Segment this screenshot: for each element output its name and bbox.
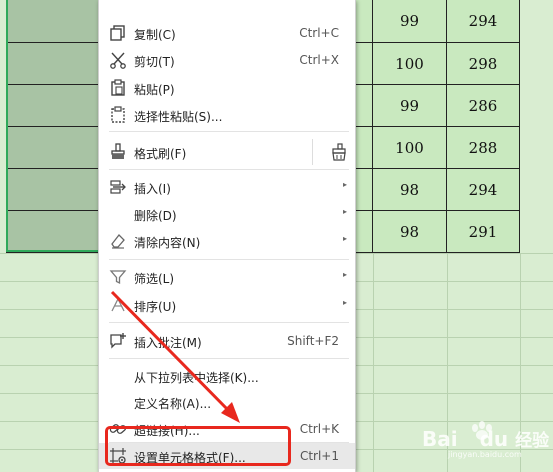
watermark-product: 经验: [515, 431, 550, 451]
table-cell[interactable]: 288: [447, 127, 520, 169]
menu-separator: [109, 358, 349, 359]
menu-item-label: 插入(I): [134, 182, 171, 196]
menu-item-label: 粘贴(P): [134, 83, 175, 97]
menu-item-define-name[interactable]: 定义名称(A)...: [99, 389, 355, 415]
menu-item-label: 设置单元格格式(F)...: [134, 451, 246, 465]
table-cell[interactable]: 100: [373, 127, 447, 169]
menu-item-format-painter[interactable]: 格式刷(F): [99, 139, 355, 165]
menu-item-pick-from-list[interactable]: 从下拉列表中选择(K)...: [99, 363, 355, 389]
table-cell[interactable]: 98: [373, 169, 447, 211]
menu-item-label: 筛选(L): [134, 272, 175, 286]
menu-separator: [109, 322, 349, 323]
menu-item-format-cells[interactable]: 设置单元格格式(F)... Ctrl+1: [99, 443, 355, 469]
menu-item-paste[interactable]: 粘贴(P): [99, 75, 355, 101]
shortcut-label: Ctrl+C: [299, 26, 339, 40]
sort-icon: [109, 296, 127, 314]
submenu-arrow-icon: ▸: [342, 207, 347, 216]
copy-icon: [109, 24, 127, 42]
menu-separator: [109, 131, 349, 132]
watermark-brand-suffix: du: [479, 427, 509, 451]
menu-item-label: 插入批注(M): [134, 336, 202, 350]
menu-item-cut[interactable]: 剪切(T) Ctrl+X: [99, 47, 355, 73]
grid-line: [373, 253, 374, 472]
shortcut-label: Shift+F2: [287, 334, 339, 348]
paste-special-icon: [109, 106, 127, 124]
menu-separator: [109, 259, 349, 260]
menu-item-label: 选择性粘贴(S)...: [134, 110, 223, 124]
menu-item-label: 剪切(T): [134, 55, 175, 69]
table-cell[interactable]: 291: [447, 211, 520, 253]
menu-item-insert-comment[interactable]: 插入批注(M) Shift+F2: [99, 328, 355, 354]
menu-item-sort[interactable]: 排序(U) ▸: [99, 292, 355, 318]
watermark: Bai du 经验 jingyan.baidu.com: [420, 420, 550, 460]
menu-item-delete[interactable]: 删除(D) ▸: [99, 201, 355, 227]
context-menu: 复制(C) Ctrl+C 剪切(T) Ctrl+X 粘贴(P) 选择性粘贴(S)…: [98, 0, 356, 472]
shortcut-label: Ctrl+K: [299, 422, 339, 436]
menu-item-hyperlink[interactable]: 超链接(H)... Ctrl+K: [99, 416, 355, 442]
menu-separator: [109, 169, 349, 170]
submenu-arrow-icon: ▸: [342, 270, 347, 279]
menu-item-label: 格式刷(F): [134, 147, 187, 161]
menu-item-divider: [312, 139, 313, 165]
table-cell[interactable]: 294: [447, 169, 520, 211]
table-cell[interactable]: 99: [373, 85, 447, 127]
table-cell[interactable]: 286: [447, 85, 520, 127]
brush-icon: [109, 143, 127, 161]
menu-item-label: 定义名称(A)...: [134, 397, 212, 411]
submenu-arrow-icon: ▸: [342, 180, 347, 189]
menu-item-copy[interactable]: 复制(C) Ctrl+C: [99, 20, 355, 46]
submenu-arrow-icon: ▸: [342, 298, 347, 307]
menu-item-insert[interactable]: 插入(I) ▸: [99, 174, 355, 200]
table-cell[interactable]: 298: [447, 43, 520, 85]
paste-icon: [109, 79, 127, 97]
scissors-icon: [109, 51, 127, 69]
filter-icon: [109, 268, 127, 286]
menu-item-label: 删除(D): [134, 209, 177, 223]
table-cell[interactable]: 99: [373, 0, 447, 43]
menu-item-label: 复制(C): [134, 28, 176, 42]
submenu-arrow-icon: ▸: [342, 234, 347, 243]
menu-item-label: 排序(U): [134, 300, 177, 314]
shortcut-label: Ctrl+X: [299, 53, 339, 67]
watermark-brand: Bai: [422, 427, 458, 451]
menu-item-filter[interactable]: 筛选(L) ▸: [99, 264, 355, 290]
table-cell[interactable]: 294: [447, 0, 520, 43]
link-icon: [109, 420, 127, 438]
menu-item-clear[interactable]: 清除内容(N) ▸: [99, 228, 355, 254]
menu-item-label: 超链接(H)...: [134, 424, 200, 438]
insert-icon: [109, 178, 127, 196]
eraser-icon: [109, 232, 127, 250]
menu-item-paste-special[interactable]: 选择性粘贴(S)...: [99, 102, 355, 128]
menu-item-label: 从下拉列表中选择(K)...: [134, 371, 259, 385]
table-cell[interactable]: 100: [373, 43, 447, 85]
table-cell[interactable]: 98: [373, 211, 447, 253]
comment-icon: [109, 332, 127, 350]
brush-icon[interactable]: [329, 143, 347, 164]
watermark-url: jingyan.baidu.com: [448, 450, 522, 459]
menu-item-label: 清除内容(N): [134, 236, 201, 250]
shortcut-label: Ctrl+1: [299, 449, 339, 463]
format-cells-icon: [109, 447, 127, 465]
